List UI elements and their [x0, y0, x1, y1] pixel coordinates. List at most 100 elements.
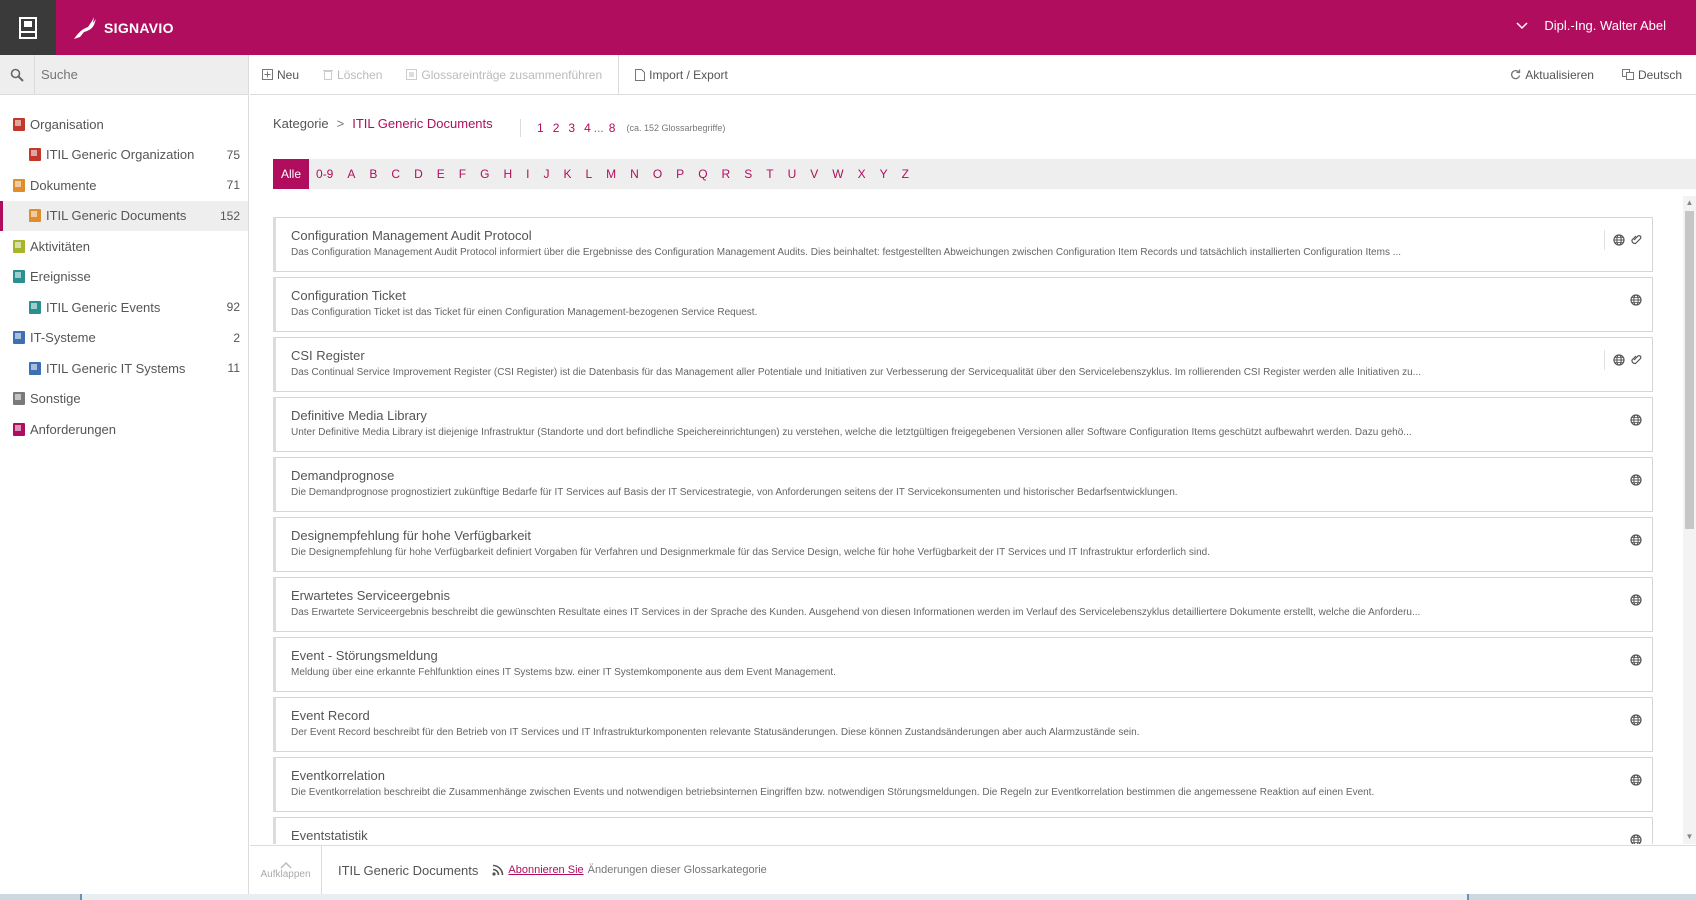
entry-title[interactable]: Configuration Ticket — [291, 288, 1652, 304]
entry-title[interactable]: Event Record — [291, 708, 1652, 724]
glossary-home-button[interactable] — [0, 0, 56, 55]
letter-filter[interactable]: T — [759, 159, 780, 189]
letter-filter[interactable]: M — [599, 159, 623, 189]
subscribe-link[interactable]: Abonnieren Sie — [508, 864, 583, 876]
page-link-last[interactable]: 8 — [609, 121, 616, 135]
globe-icon[interactable] — [1630, 534, 1642, 546]
entry-title[interactable]: Demandprognose — [291, 468, 1652, 484]
letter-filter[interactable]: Y — [873, 159, 895, 189]
letter-filter[interactable]: W — [825, 159, 850, 189]
glossary-entry[interactable]: Event - Störungsmeldung Meldung über eine… — [273, 637, 1653, 692]
sidebar-item[interactable]: ITIL Generic Events 92 — [0, 292, 248, 323]
letter-filter[interactable]: L — [578, 159, 599, 189]
globe-icon[interactable] — [1630, 714, 1642, 726]
globe-icon[interactable] — [1630, 294, 1642, 306]
letter-filter[interactable]: Z — [895, 159, 916, 189]
paperclip-icon[interactable] — [1631, 354, 1642, 366]
entry-title[interactable]: Eventkorrelation — [291, 768, 1652, 784]
letter-filter[interactable]: U — [781, 159, 804, 189]
sidebar-item[interactable]: Ereignisse — [0, 262, 248, 293]
page-link[interactable]: 3 — [568, 121, 575, 135]
letter-filter[interactable]: G — [473, 159, 496, 189]
paperclip-icon[interactable] — [1631, 234, 1642, 246]
scroll-down-arrow-icon[interactable]: ▼ — [1685, 832, 1694, 842]
search-input[interactable] — [35, 55, 235, 94]
glossary-entry[interactable]: Erwartetes Serviceergebnis Das Erwartete … — [273, 577, 1653, 632]
glossary-entry[interactable]: Event Record Der Event Record beschreibt … — [273, 697, 1653, 752]
glossary-entry[interactable]: Definitive Media Library Unter Definitive… — [273, 397, 1653, 452]
letter-filter[interactable]: O — [646, 159, 669, 189]
letter-filter[interactable]: P — [669, 159, 691, 189]
entry-title[interactable]: CSI Register — [291, 348, 1652, 364]
globe-icon[interactable] — [1630, 654, 1642, 666]
sidebar-item[interactable]: ITIL Generic Documents 152 — [0, 200, 248, 231]
sidebar-item[interactable]: IT-Systeme 2 — [0, 323, 248, 354]
letter-filter[interactable]: H — [496, 159, 519, 189]
letter-filter[interactable]: V — [803, 159, 825, 189]
entry-title[interactable]: Erwartetes Serviceergebnis — [291, 588, 1652, 604]
scroll-up-arrow-icon[interactable]: ▲ — [1685, 198, 1694, 208]
letter-filter[interactable]: S — [737, 159, 759, 189]
letter-filter[interactable]: N — [623, 159, 646, 189]
glossary-entry[interactable]: Configuration Ticket Das Configuration Ti… — [273, 277, 1653, 332]
user-menu[interactable]: Dipl.-Ing. Walter Abel — [1516, 18, 1666, 33]
scrollbar-thumb[interactable] — [1685, 211, 1694, 529]
new-button[interactable]: Neu — [250, 55, 311, 95]
glossary-entry[interactable]: Configuration Management Audit Protocol D… — [273, 217, 1653, 272]
globe-icon[interactable] — [1613, 234, 1625, 246]
letter-filter-all[interactable]: Alle — [273, 159, 310, 189]
scrollbar[interactable]: ▲ ▼ — [1683, 196, 1696, 844]
letter-filter[interactable]: A — [340, 159, 362, 189]
letter-filter[interactable]: C — [384, 159, 407, 189]
merge-entries-button[interactable]: Glossareinträge zusammenführen — [394, 55, 614, 95]
letter-filter[interactable]: J — [536, 159, 556, 189]
delete-button[interactable]: Löschen — [311, 55, 394, 95]
sidebar-item[interactable]: Anforderungen — [0, 414, 248, 445]
breadcrumb-root[interactable]: Kategorie — [273, 116, 329, 131]
page-link[interactable]: 2 — [553, 121, 560, 135]
sidebar-item[interactable]: Aktivitäten — [0, 231, 248, 262]
entry-title[interactable]: Configuration Management Audit Protocol — [291, 228, 1652, 244]
letter-filter[interactable]: 0-9 — [309, 159, 340, 189]
sidebar-item[interactable]: ITIL Generic IT Systems 11 — [0, 353, 248, 384]
globe-icon[interactable] — [1613, 354, 1625, 366]
globe-icon[interactable] — [1630, 774, 1642, 786]
globe-icon[interactable] — [1630, 834, 1642, 844]
entry-actions — [1622, 410, 1642, 430]
glossary-entry[interactable]: CSI Register Das Continual Service Improv… — [273, 337, 1653, 392]
language-icon — [1621, 69, 1634, 80]
letter-filter[interactable]: Q — [691, 159, 714, 189]
import-export-button[interactable]: Import / Export — [623, 55, 740, 95]
search-icon[interactable] — [0, 54, 35, 95]
entry-title[interactable]: Event - Störungsmeldung — [291, 648, 1652, 664]
letter-filter[interactable]: D — [407, 159, 430, 189]
letter-filter[interactable]: I — [519, 159, 536, 189]
entry-title[interactable]: Designempfehlung für hohe Verfügbarkeit — [291, 528, 1652, 544]
letter-filter[interactable]: F — [452, 159, 473, 189]
sidebar-item[interactable]: Dokumente 71 — [0, 170, 248, 201]
globe-icon[interactable] — [1630, 414, 1642, 426]
letter-filter[interactable]: R — [715, 159, 738, 189]
letter-filter[interactable]: B — [362, 159, 384, 189]
entry-title[interactable]: Eventstatistik — [291, 828, 1652, 844]
letter-filter[interactable]: K — [556, 159, 578, 189]
entry-title[interactable]: Definitive Media Library — [291, 408, 1652, 424]
glossary-entry[interactable]: Demandprognose Die Demandprognose prognos… — [273, 457, 1653, 512]
glossary-entry[interactable]: Eventstatistik — [273, 817, 1653, 844]
category-book-icon — [13, 422, 25, 436]
globe-icon[interactable] — [1630, 594, 1642, 606]
letter-filter[interactable]: E — [430, 159, 452, 189]
glossary-entry[interactable]: Designempfehlung für hohe Verfügbarkeit D… — [273, 517, 1653, 572]
glossary-entry[interactable]: Eventkorrelation Die Eventkorrelation bes… — [273, 757, 1653, 812]
sidebar-item[interactable]: Sonstige — [0, 384, 248, 415]
expand-button[interactable]: Aufklappen — [250, 845, 322, 895]
sidebar-item[interactable]: Organisation — [0, 109, 248, 140]
globe-icon[interactable] — [1630, 474, 1642, 486]
language-button[interactable]: Deutsch — [1608, 55, 1696, 95]
sidebar-item[interactable]: ITIL Generic Organization 75 — [0, 140, 248, 171]
signavio-logo[interactable]: SIGNAVIO — [72, 12, 174, 44]
refresh-button[interactable]: Aktualisieren — [1496, 55, 1608, 95]
page-link[interactable]: 1 — [537, 121, 544, 135]
letter-filter[interactable]: X — [851, 159, 873, 189]
page-link[interactable]: 4 — [584, 121, 591, 135]
